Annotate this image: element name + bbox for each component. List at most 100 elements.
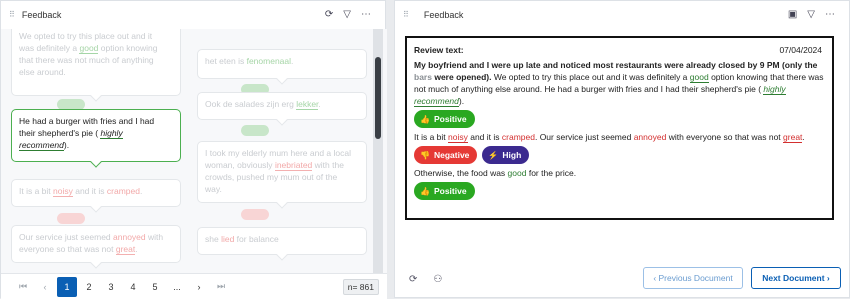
previous-document-button[interactable]: ‹ Previous Document (643, 267, 743, 289)
more-icon[interactable]: ⋯ (361, 10, 371, 20)
card-text: that there was not much of anything (19, 55, 154, 65)
feedback-card[interactable]: she lied for balance (197, 227, 367, 261)
drag-handle-icon[interactable]: ⠿ (9, 11, 15, 19)
card-text-part: . (291, 56, 294, 66)
thumbs-down-icon: 👎 (420, 150, 430, 160)
page-4-button[interactable]: 4 (123, 277, 143, 297)
card-text: woman, obviously inebriated with the (205, 159, 359, 171)
review-text: My boyfriend and I were up late and noti… (414, 60, 818, 70)
positive-tag[interactable]: 👍 Positive (414, 182, 475, 200)
more-icon[interactable]: ⋯ (825, 10, 835, 20)
page-2-button[interactable]: 2 (79, 277, 99, 297)
card-text-part: . (139, 186, 143, 196)
card-text-part: ). (63, 140, 70, 150)
pagination: ⏮ ‹ 1 2 3 4 5 ... › ⏭ n= 861 (1, 273, 387, 299)
right-panel-title: Feedback (423, 10, 464, 20)
card-tail (276, 73, 288, 85)
page-ellipsis: ... (173, 281, 181, 292)
feedback-card[interactable]: We opted to try this place out and it wa… (11, 29, 181, 102)
card-tail (90, 257, 102, 269)
card-text-part: with the (312, 160, 344, 170)
review-paragraph-1: My boyfriend and I were up late and noti… (414, 59, 825, 107)
card-text: their shepherd's pie ( highly (19, 127, 173, 139)
card-text-part: Ook de salades zijn erg (205, 99, 297, 109)
negative-word: inebriated (274, 160, 313, 171)
high-intensity-tag[interactable]: ⚡ High (482, 146, 530, 164)
last-page-button[interactable]: ⏭ (211, 277, 231, 297)
card-text: He had a burger with fries and I had (19, 116, 155, 126)
next-page-button[interactable]: › (189, 277, 209, 297)
card-tail (276, 249, 288, 261)
tag-label: Positive (433, 114, 467, 124)
review-text: were opened). (431, 72, 492, 82)
card-text-part: . (135, 244, 138, 254)
filter-icon[interactable]: ▽ (343, 10, 351, 20)
review-paragraph-3: Otherwise, the food was good for the pri… (414, 167, 825, 179)
tag-row: 👍 Positive (414, 182, 825, 200)
tag-label: Positive (433, 186, 467, 196)
review-text: . Our service just seemed (534, 132, 634, 142)
review-text: ). (458, 96, 465, 106)
negative-word: great (115, 244, 136, 255)
positive-word: good (689, 72, 709, 83)
drag-handle-icon[interactable]: ⠿ (403, 11, 409, 19)
filter-icon[interactable]: ▽ (807, 10, 815, 20)
feedback-card[interactable]: I took my elderly mum here and a local w… (197, 141, 367, 209)
review-detail-panel: ⠿ Feedback ▣ ▽ ⋯ Review text: 07/04/2024… (394, 0, 850, 298)
record-count-badge: n= 861 (342, 279, 379, 295)
card-text-part: option knowing (98, 43, 158, 53)
negative-word: cramped (106, 186, 140, 196)
refresh-settings-icon[interactable]: ⟳ (409, 274, 417, 285)
card-text-part: with (145, 232, 164, 242)
user-settings-icon[interactable]: ⚇ (433, 274, 442, 285)
page-1-button[interactable]: 1 (57, 276, 77, 297)
feedback-card[interactable]: Ook de salades zijn erg lekker. (197, 92, 367, 126)
feedback-card[interactable]: Our service just seemed annoyed with eve… (11, 225, 181, 269)
card-text: she lied for balance (205, 233, 359, 245)
card-tail (90, 90, 102, 102)
card-text: everyone so that was not great. (19, 243, 173, 255)
card-text: Ook de salades zijn erg lekker. (205, 98, 359, 110)
first-page-button[interactable]: ⏮ (13, 277, 33, 297)
review-text: with everyone so that was not (666, 132, 784, 142)
page-3-button[interactable]: 3 (101, 277, 121, 297)
feedback-card-selected[interactable]: He had a burger with fries and I had the… (11, 109, 181, 168)
card-text-part: and it is (72, 186, 107, 196)
positive-word: good (79, 43, 99, 54)
card-text: way. (205, 184, 222, 194)
negative-word: noisy (53, 186, 73, 197)
card-text: was definitely a good option knowing (19, 42, 173, 54)
card-text-part: Our service just seemed (19, 232, 114, 242)
neutral-word: bars (414, 72, 432, 82)
left-panel-title: Feedback (21, 10, 62, 20)
card-text: I took my elderly mum here and a local (205, 148, 351, 158)
negative-tag[interactable]: 👎 Negative (414, 146, 478, 164)
review-text: We opted to try this place out and it wa… (491, 72, 690, 82)
card-text-part: It is a bit (19, 186, 54, 196)
card-text-part: woman, (205, 160, 238, 170)
card-text-part: . (318, 99, 321, 109)
card-tail (90, 156, 102, 168)
feed-scrollbar-thumb[interactable] (375, 57, 381, 139)
card-text: het eten is fenomenaal. (205, 55, 359, 67)
feedback-card[interactable]: het eten is fenomenaal. (197, 49, 367, 85)
layout-icon[interactable]: ▣ (788, 10, 797, 20)
prev-page-button[interactable]: ‹ (35, 277, 55, 297)
feedback-card[interactable]: It is a bit noisy and it is cramped. (11, 179, 181, 213)
positive-tag-faded (241, 125, 269, 136)
card-tail (276, 114, 288, 126)
card-text-part: het eten is (205, 56, 247, 66)
positive-word: recommend (414, 96, 459, 107)
review-text: It is a bit (414, 132, 449, 142)
card-tail (90, 201, 102, 213)
lightning-icon: ⚡ (488, 150, 499, 160)
card-text: We opted to try this place out and it (19, 31, 153, 41)
refresh-settings-icon[interactable]: ⟳ (325, 10, 333, 20)
next-document-button[interactable]: Next Document › (751, 267, 841, 289)
review-text: Otherwise, the food was (414, 168, 508, 178)
card-text: Our service just seemed annoyed with (19, 231, 173, 243)
page-5-button[interactable]: 5 (145, 277, 165, 297)
right-panel-header: ⠿ Feedback ▣ ▽ ⋯ (395, 1, 849, 29)
positive-tag[interactable]: 👍 Positive (414, 110, 475, 128)
card-text-part: was definitely a (19, 43, 80, 53)
